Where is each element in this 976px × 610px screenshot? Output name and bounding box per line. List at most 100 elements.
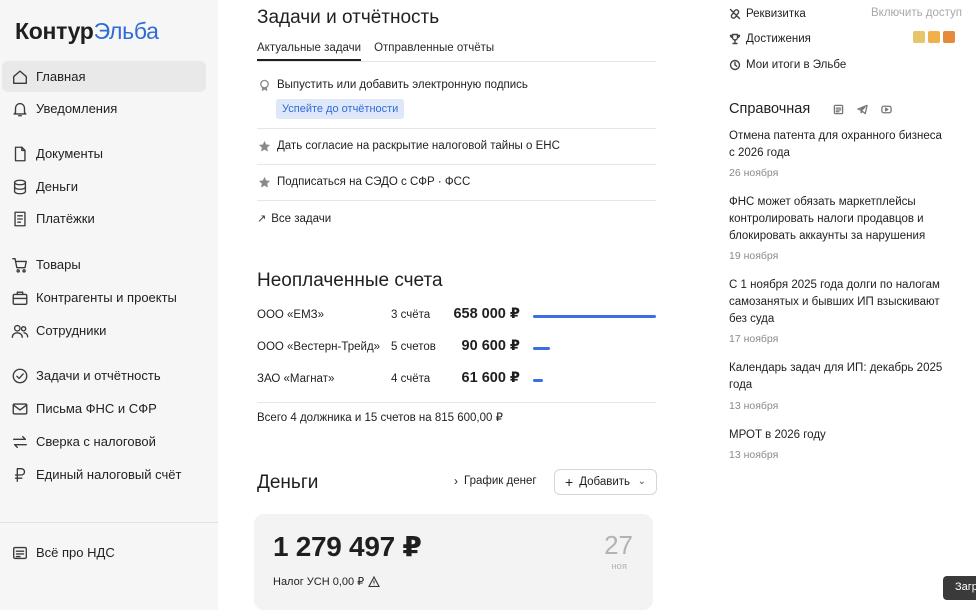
- book-icon: [10, 543, 30, 563]
- sidebar-item-counterparties[interactable]: Контрагенты и проекты: [2, 282, 206, 313]
- sidebar-item-label: Задачи и отчётность: [36, 368, 161, 383]
- mail-icon: [10, 399, 30, 419]
- article-icon[interactable]: [832, 103, 844, 115]
- arrow-up-right-icon: ↗: [257, 213, 267, 225]
- date-day: 27: [604, 530, 633, 560]
- document-icon: [10, 144, 30, 164]
- news-item[interactable]: МРОТ в 2026 году: [729, 427, 944, 444]
- sidebar-item-ens[interactable]: Единый налоговый счёт: [2, 459, 206, 490]
- debtor-row[interactable]: ООО «ЕМЗ» 3 счёта 658 000 ₽: [257, 305, 656, 325]
- task-divider: [257, 200, 656, 201]
- bell-icon: [10, 99, 30, 119]
- sidebar-item-label: Сотрудники: [36, 323, 107, 338]
- balance-card[interactable]: 1 279 497 ₽ Налог УСН 0,00 ₽ 27 ноя: [254, 514, 653, 610]
- task-text: Дать согласие на раскрытие налоговой тай…: [277, 140, 560, 152]
- news-date: 17 ноября: [729, 333, 779, 345]
- news-date: 19 ноября: [729, 250, 779, 262]
- tab-sent-reports[interactable]: Отправленные отчёты: [374, 42, 494, 61]
- sidebar-divider: [0, 522, 218, 523]
- badge-icon: [943, 31, 955, 43]
- sidebar-item-documents[interactable]: Документы: [2, 138, 206, 169]
- money-chart-link[interactable]: › График денег: [454, 474, 537, 488]
- requisites-label: Реквизитка: [746, 8, 806, 20]
- sidebar-item-label: Письма ФНС и СФР: [36, 401, 157, 416]
- ruble-icon: [10, 465, 30, 485]
- task-item-ens-consent[interactable]: Дать согласие на раскрытие налоговой тай…: [257, 139, 656, 153]
- tab-current-tasks[interactable]: Актуальные задачи: [257, 42, 362, 61]
- task-item-signature[interactable]: Выпустить или добавить электронную подпи…: [257, 78, 656, 92]
- sidebar-item-employees[interactable]: Сотрудники: [2, 315, 206, 346]
- report-deadline-button[interactable]: Успейте до отчётности: [276, 99, 405, 119]
- news-date: 13 ноября: [729, 449, 779, 461]
- all-tasks-link[interactable]: ↗ Все задачи: [257, 212, 331, 226]
- unpaid-total: Всего 4 должника и 15 счетов на 815 600,…: [257, 412, 503, 424]
- debt-bar: [533, 379, 543, 382]
- right-panel: Реквизитка Включить доступ Достижения Мо…: [708, 0, 976, 610]
- add-button[interactable]: + Добавить ⌄: [554, 469, 657, 495]
- task-text: Подписаться на СЭДО с СФР · ФСС: [277, 176, 471, 188]
- debtor-name: ЗАО «Магнат»: [257, 373, 335, 385]
- sidebar-item-reconciliation[interactable]: Сверка с налоговой: [2, 426, 206, 457]
- logo-part2: Эльба: [93, 18, 159, 44]
- achievements-link[interactable]: Достижения: [728, 32, 811, 46]
- my-results-label: Мои итоги в Эльбе: [746, 59, 847, 71]
- people-icon: [10, 321, 30, 341]
- enable-access-link[interactable]: Включить доступ: [871, 7, 962, 19]
- unpaid-divider: [257, 402, 656, 403]
- sidebar-item-letters[interactable]: Письма ФНС и СФР: [2, 393, 206, 424]
- logo[interactable]: КонтурЭльба: [15, 18, 159, 45]
- sidebar-item-notifications[interactable]: Уведомления: [2, 93, 206, 124]
- loading-toast[interactable]: Загр: [943, 576, 976, 600]
- news-item[interactable]: С 1 ноября 2025 года долги по налогам са…: [729, 277, 944, 328]
- trophy-icon: [728, 32, 742, 46]
- news-item[interactable]: Отмена патента для охранного бизнеса с 2…: [729, 128, 944, 162]
- debtor-row[interactable]: ЗАО «Магнат» 4 счёта 61 600 ₽: [257, 369, 656, 389]
- coins-icon: [10, 177, 30, 197]
- certificate-icon: [257, 78, 271, 92]
- task-text: Выпустить или добавить электронную подпи…: [277, 79, 528, 91]
- logo-part1: Контур: [15, 18, 94, 44]
- sidebar-item-vat[interactable]: Всё про НДС: [2, 537, 206, 568]
- debtor-row[interactable]: ООО «Вестерн-Трейд» 5 счетов 90 600 ₽: [257, 337, 656, 357]
- warning-icon: [368, 575, 381, 587]
- sidebar-item-goods[interactable]: Товары: [2, 249, 206, 280]
- sidebar-item-label: Контрагенты и проекты: [36, 290, 177, 305]
- debt-bar: [533, 347, 550, 350]
- requisites-link[interactable]: Реквизитка: [728, 7, 806, 21]
- debt-amount: 61 600 ₽: [461, 370, 520, 386]
- my-results-link[interactable]: Мои итоги в Эльбе: [728, 58, 846, 72]
- achievement-badges: [913, 31, 958, 43]
- sidebar-item-payments[interactable]: Платёжки: [2, 203, 206, 234]
- reference-channels: [832, 103, 904, 115]
- check-circle-icon: [10, 366, 30, 386]
- date-month: ноя: [611, 561, 627, 572]
- main-content: Задачи и отчётность Актуальные задачи От…: [218, 0, 708, 610]
- add-button-label: Добавить: [579, 476, 631, 488]
- sidebar-item-label: Сверка с налоговой: [36, 434, 156, 449]
- news-item[interactable]: ФНС может обязать маркетплейсы контролир…: [729, 194, 944, 245]
- badge-icon: [928, 31, 940, 43]
- debt-bar: [533, 315, 656, 318]
- news-item[interactable]: Календарь задач для ИП: декабрь 2025 год…: [729, 360, 944, 394]
- task-divider: [257, 164, 656, 165]
- sidebar-item-label: Главная: [36, 69, 86, 84]
- debtor-name: ООО «ЕМЗ»: [257, 309, 325, 321]
- clock-icon: [728, 58, 742, 72]
- balance-amount: 1 279 497 ₽: [273, 531, 422, 562]
- invoice-count: 5 счетов: [391, 341, 436, 353]
- debtor-name: ООО «Вестерн-Трейд»: [257, 341, 381, 353]
- chevron-right-icon: ›: [454, 474, 458, 488]
- invoice-count: 4 счёта: [391, 373, 431, 385]
- home-icon: [10, 67, 30, 87]
- sidebar-item-tasks[interactable]: Задачи и отчётность: [2, 360, 206, 391]
- receipt-icon: [10, 209, 30, 229]
- telegram-icon[interactable]: [856, 103, 868, 115]
- sidebar-item-money[interactable]: Деньги: [2, 171, 206, 202]
- sidebar-item-label: Деньги: [36, 179, 78, 194]
- tax-label: Налог УСН 0,00 ₽: [273, 576, 365, 588]
- task-item-sedo[interactable]: Подписаться на СЭДО с СФР · ФСС: [257, 175, 656, 189]
- sidebar-item-label: Платёжки: [36, 211, 95, 226]
- youtube-icon[interactable]: [880, 103, 892, 115]
- sidebar-item-home[interactable]: Главная: [2, 61, 206, 92]
- invoice-count: 3 счёта: [391, 309, 431, 321]
